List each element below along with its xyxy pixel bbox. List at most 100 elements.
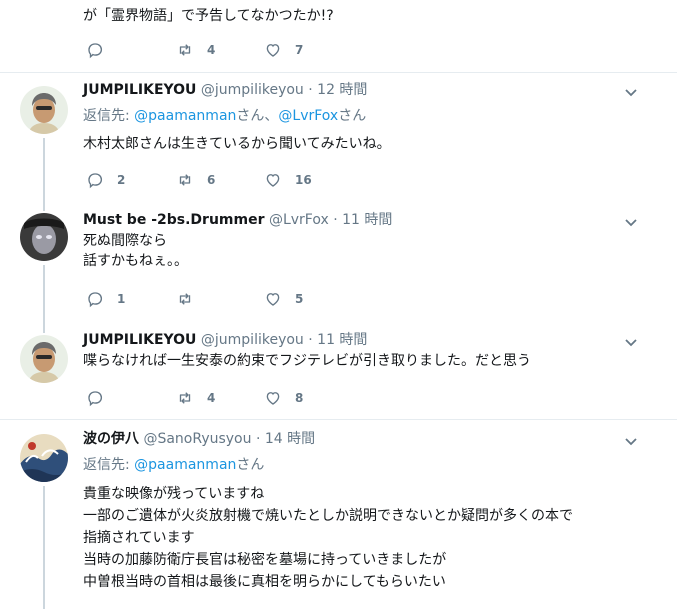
display-name[interactable]: JUMPILIKEYOU — [83, 332, 196, 348]
tweet-actions: 4 7 — [86, 40, 386, 60]
avatar-image — [20, 434, 68, 482]
reply-icon — [88, 43, 103, 59]
chevron-down-icon[interactable] — [624, 338, 638, 348]
avatar[interactable] — [20, 434, 68, 482]
tweet-text-line: が「霊界物語」で予告してなかつたか!? — [83, 8, 334, 24]
tweet-header: JUMPILIKEYOU @jumpilikeyou · 11 時間 — [83, 331, 367, 349]
retweet-count: 4 — [207, 391, 216, 405]
tweet-header: Must be -2bs.Drummer @LvrFox · 11 時間 — [83, 211, 392, 229]
replying-prefix: 返信先: — [83, 457, 135, 473]
chevron-down-icon[interactable] — [624, 218, 638, 228]
tweet-text-line: 喋らなければ一生安泰の約束でフジテレビが引き取りました。だと思う — [83, 353, 531, 369]
heart-icon — [266, 44, 280, 57]
timestamp[interactable]: 14 時間 — [265, 431, 315, 447]
display-name[interactable]: 波の伊八 — [83, 431, 139, 447]
retweet-count: 4 — [207, 43, 216, 57]
screen-name[interactable]: @jumpilikeyou — [201, 332, 304, 348]
reply-button[interactable] — [86, 40, 117, 60]
reply-icon — [88, 173, 103, 189]
tweet-item[interactable]: 波の伊八 @SanoRyusyou · 14 時間 返信先: @paamanma… — [0, 420, 677, 609]
tweet-item[interactable]: JUMPILIKEYOU @jumpilikeyou · 12 時間 返信先: … — [0, 73, 677, 203]
reply-count: 2 — [117, 173, 126, 187]
tweet-header: 波の伊八 @SanoRyusyou · 14 時間 — [83, 430, 315, 448]
retweet-button[interactable] — [176, 289, 207, 309]
avatar-image — [20, 213, 68, 261]
tweet-feed: が「霊界物語」で予告してなかつたか!? 4 7 JUMPILIKEYOU @ju… — [0, 0, 677, 609]
retweet-count: 6 — [207, 173, 216, 187]
screen-name[interactable]: @jumpilikeyou — [201, 82, 304, 98]
mention-link[interactable]: @paamanman — [134, 457, 236, 473]
thread-connector — [43, 486, 45, 609]
retweet-button[interactable]: 4 — [176, 40, 215, 60]
tweet-actions: 2 6 16 — [86, 170, 386, 190]
retweet-button[interactable]: 6 — [176, 170, 215, 190]
mention-link[interactable]: @LvrFox — [278, 108, 338, 124]
tweet-actions: 1 5 — [86, 289, 386, 309]
tweet-item[interactable]: Must be -2bs.Drummer @LvrFox · 11 時間 死ぬ間… — [0, 203, 677, 321]
reply-icon — [88, 391, 103, 407]
avatar[interactable] — [20, 335, 68, 383]
like-button[interactable]: 16 — [264, 170, 312, 190]
timestamp[interactable]: 11 時間 — [342, 212, 392, 228]
tweet-text: 喋らなければ一生安泰の約束でフジテレビが引き取りました。だと思う — [83, 351, 531, 371]
like-count: 7 — [295, 43, 304, 57]
timestamp[interactable]: 11 時間 — [317, 332, 367, 348]
heart-icon — [266, 392, 280, 405]
thread-connector — [43, 321, 45, 333]
heart-icon — [266, 174, 280, 187]
like-count: 16 — [295, 173, 312, 187]
replying-separator: さん、 — [236, 108, 279, 124]
tweet-top[interactable]: が「霊界物語」で予告してなかつたか!? 4 7 — [0, 0, 677, 72]
display-name[interactable]: Must be -2bs.Drummer — [83, 212, 264, 228]
screen-name[interactable]: @LvrFox — [269, 212, 329, 228]
retweet-icon — [179, 174, 191, 186]
reply-button[interactable]: 1 — [86, 289, 125, 309]
like-button[interactable]: 5 — [264, 289, 303, 309]
display-name[interactable]: JUMPILIKEYOU — [83, 82, 196, 98]
replying-suffix: さん — [236, 457, 265, 473]
tweet-text-line: 指摘されています — [83, 530, 195, 546]
avatar[interactable] — [20, 86, 68, 134]
retweet-button[interactable]: 4 — [176, 388, 215, 408]
like-button[interactable]: 8 — [264, 388, 303, 408]
replying-suffix: さん — [338, 108, 367, 124]
retweet-icon — [179, 44, 191, 56]
replying-prefix: 返信先: — [83, 108, 135, 124]
like-count: 8 — [295, 391, 304, 405]
reply-button[interactable] — [86, 388, 117, 408]
reply-icon — [88, 292, 103, 308]
tweet-text: 貴重な映像が残っていますね 一部のご遺体が火炎放射機で焼いたとしか説明できないと… — [83, 483, 573, 593]
tweet-text-line: 貴重な映像が残っていますね — [83, 486, 265, 502]
avatar[interactable] — [20, 213, 68, 261]
tweet-text-line: 木村太郎さんは生きているから聞いてみたいね。 — [83, 136, 391, 152]
screen-name[interactable]: @SanoRyusyou — [143, 431, 251, 447]
tweet-text-line: 一部のご遺体が火炎放射機で焼いたとしか説明できないとか疑問が多くの本で — [83, 508, 573, 524]
like-button[interactable]: 7 — [264, 40, 303, 60]
thread-connector — [43, 203, 45, 211]
replying-to: 返信先: @paamanmanさん、@LvrFoxさん — [83, 107, 366, 125]
reply-button[interactable]: 2 — [86, 170, 125, 190]
tweet-text-line: 死ぬ間際なら — [83, 233, 167, 249]
separator-dot: · — [308, 332, 313, 348]
tweet-text: が「霊界物語」で予告してなかつたか!? — [83, 6, 334, 26]
tweet-actions: 4 8 — [86, 388, 386, 408]
tweet-text-line: 話すかもねぇ。。 — [83, 253, 188, 269]
separator-dot: · — [333, 212, 338, 228]
timestamp[interactable]: 12 時間 — [317, 82, 367, 98]
avatar-image — [20, 335, 68, 383]
retweet-icon — [179, 293, 191, 305]
avatar-image — [20, 86, 68, 134]
heart-icon — [266, 293, 280, 306]
tweet-header: JUMPILIKEYOU @jumpilikeyou · 12 時間 — [83, 81, 367, 99]
thread-connector — [43, 265, 45, 321]
tweet-text: 死ぬ間際なら 話すかもねぇ。。 — [83, 231, 188, 271]
chevron-down-icon[interactable] — [624, 437, 638, 447]
like-count: 5 — [295, 292, 304, 306]
tweet-item[interactable]: JUMPILIKEYOU @jumpilikeyou · 11 時間 喋らなけれ… — [0, 321, 677, 419]
replying-to: 返信先: @paamanmanさん — [83, 456, 264, 474]
mention-link[interactable]: @paamanman — [134, 108, 236, 124]
tweet-text: 木村太郎さんは生きているから聞いてみたいね。 — [83, 134, 391, 154]
chevron-down-icon[interactable] — [624, 88, 638, 98]
separator-dot: · — [255, 431, 261, 447]
reply-count: 1 — [117, 292, 126, 306]
